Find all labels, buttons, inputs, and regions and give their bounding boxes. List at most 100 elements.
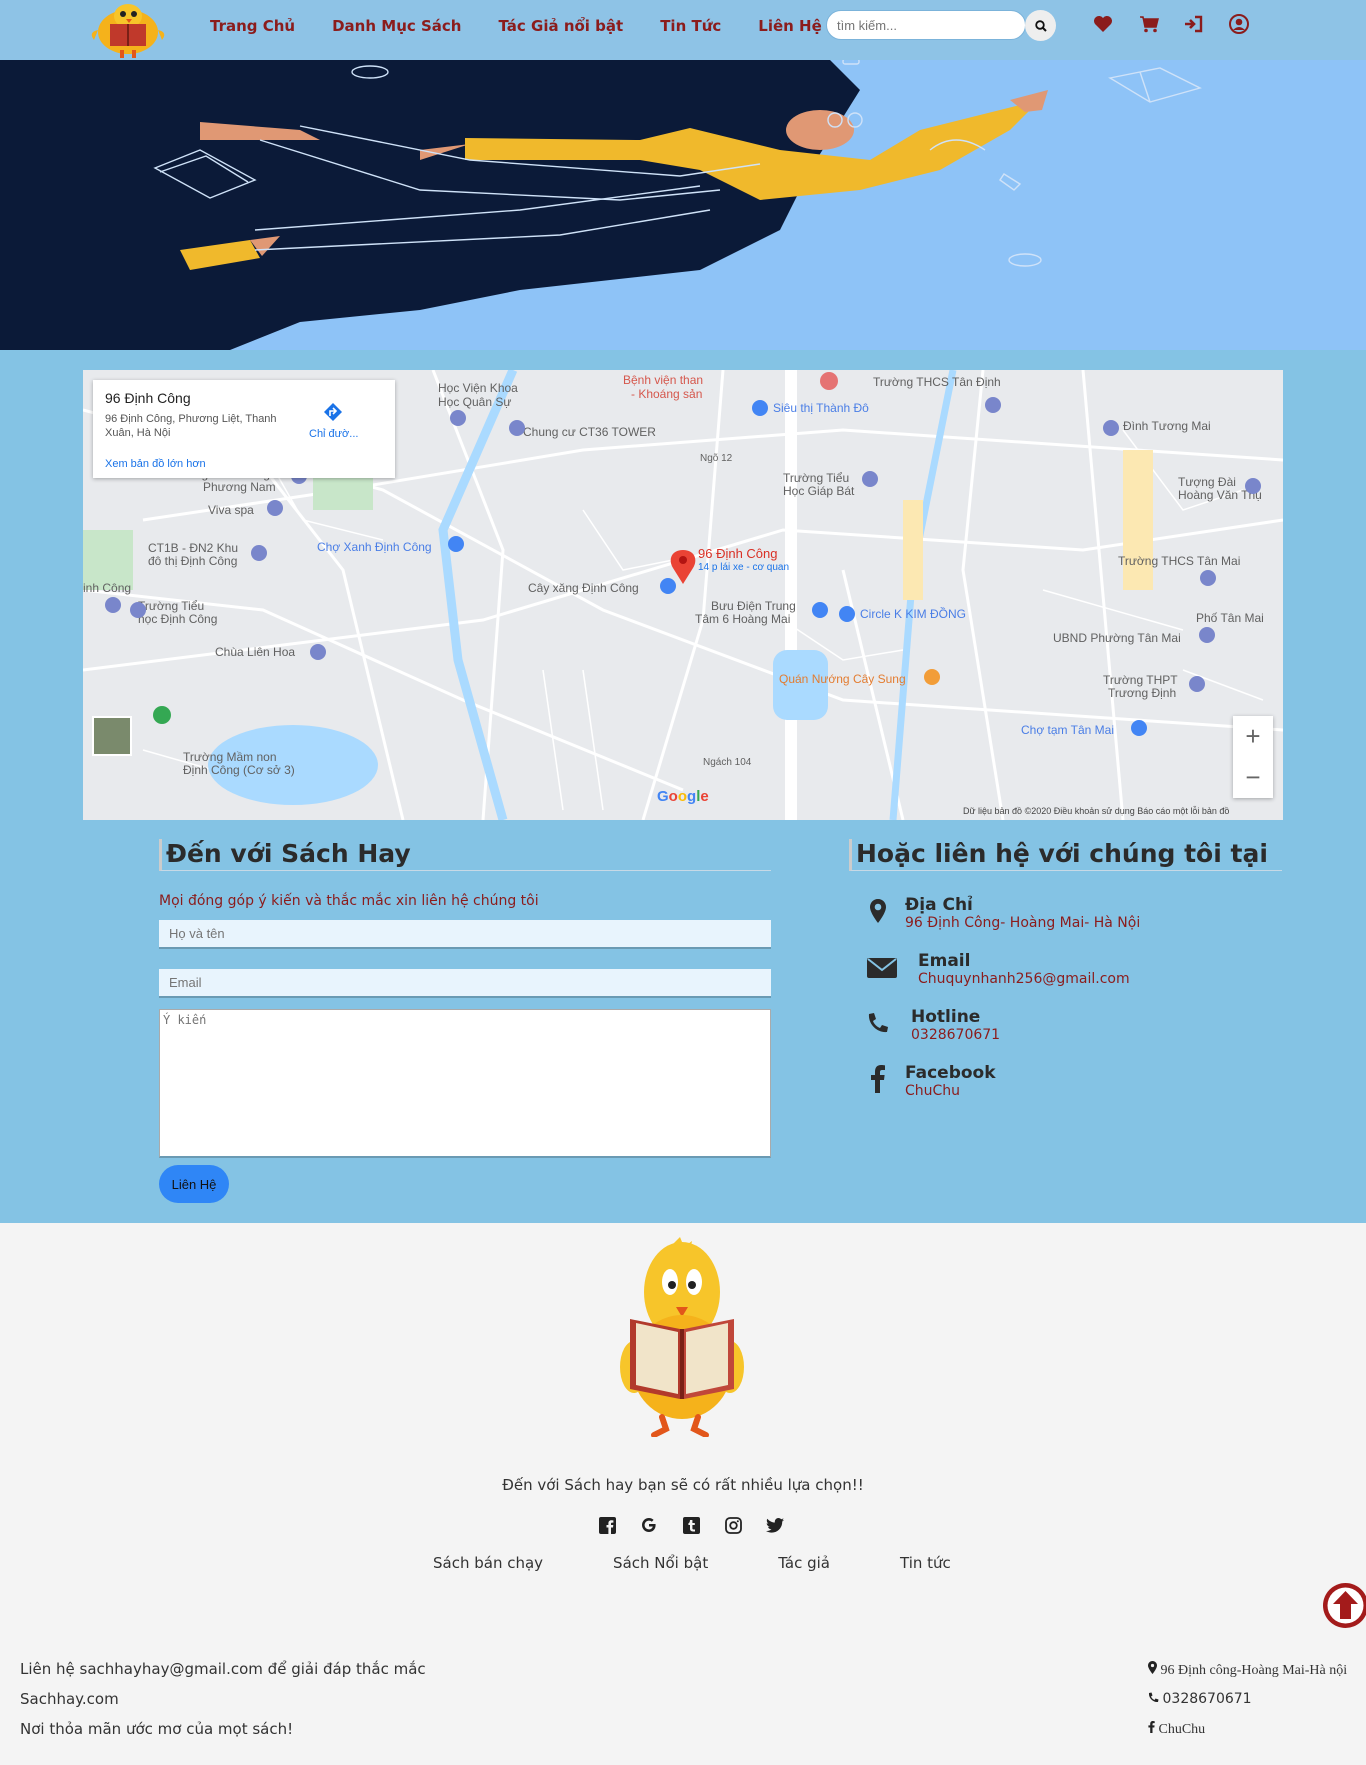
svg-text:UBND Phường Tân Mai: UBND Phường Tân Mai	[1053, 631, 1181, 645]
facebook-square-icon[interactable]	[586, 1513, 628, 1537]
svg-text:Circle K KIM ĐỒNG: Circle K KIM ĐỒNG	[860, 606, 966, 621]
contact-hotline-value[interactable]: 0328670671	[911, 1027, 1000, 1043]
nav-news[interactable]: Tin Tức	[660, 17, 721, 35]
contact-address-title: Địa Chỉ	[905, 895, 973, 915]
contact-hotline-title: Hotline	[911, 1007, 981, 1027]
zoom-in-button[interactable]: +	[1233, 716, 1273, 757]
footer-link-featured[interactable]: Sách Nổi bật	[613, 1554, 708, 1572]
facebook-icon	[1148, 1721, 1155, 1733]
message-field[interactable]	[159, 1009, 771, 1158]
svg-text:Ngõ 12: Ngõ 12	[700, 453, 733, 464]
svg-text:96 Định Công: 96 Định Công	[698, 546, 778, 561]
footer-facebook: ChuChu	[1148, 1721, 1205, 1738]
hero-illustration	[0, 60, 1202, 350]
svg-text:Ngách 104: Ngách 104	[703, 757, 752, 768]
form-intro: Mọi đóng góp ý kiến và thắc mắc xin liên…	[159, 893, 539, 909]
map-place-card: 96 Định Công 96 Định Công, Phương Liệt, …	[93, 380, 395, 478]
search-icon	[1034, 19, 1047, 32]
instagram-icon[interactable]	[712, 1513, 754, 1537]
cart-icon[interactable]	[1137, 12, 1161, 36]
twitter-icon[interactable]	[754, 1513, 796, 1537]
svg-text:Học Giáp Bát: Học Giáp Bát	[783, 484, 855, 498]
user-icon[interactable]	[1227, 12, 1251, 36]
svg-text:Tâm 6 Hoàng Mai: Tâm 6 Hoàng Mai	[695, 612, 790, 626]
form-heading: Đến với Sách Hay	[159, 839, 771, 871]
logo-icon[interactable]	[86, 2, 170, 58]
svg-text:- Khoáng sản: - Khoáng sản	[631, 387, 702, 401]
email-field[interactable]	[159, 969, 771, 998]
submit-button[interactable]: Liên Hệ	[159, 1165, 229, 1203]
svg-text:Trường THPT: Trường THPT	[1103, 673, 1178, 687]
map-attribution[interactable]: Dữ liệu bản đồ ©2020 Điều khoản sử dụng …	[963, 806, 1229, 816]
arrow-up-icon	[1327, 1587, 1364, 1624]
svg-text:Trường THCS Tân Định: Trường THCS Tân Định	[873, 375, 1001, 389]
svg-text:Viva spa: Viva spa	[208, 503, 254, 517]
footer-links: Sách bán chạy Sách Nổi bật Tác giả Tin t…	[433, 1554, 951, 1572]
svg-text:Bưu Điện Trung: Bưu Điện Trung	[711, 599, 796, 613]
mascot-logo	[620, 1237, 744, 1437]
tumblr-icon[interactable]	[670, 1513, 712, 1537]
contact-address-value: 96 Định Công- Hoàng Mai- Hà Nội	[905, 915, 1141, 931]
nav-categories[interactable]: Danh Mục Sách	[332, 17, 461, 35]
envelope-icon	[866, 954, 898, 982]
svg-text:Phố Tân Mai: Phố Tân Mai	[1196, 611, 1264, 625]
svg-text:Chợ Xanh Định Công: Chợ Xanh Định Công	[317, 540, 432, 554]
svg-text:Trường Tiểu: Trường Tiểu	[783, 471, 849, 485]
phone-icon	[864, 1009, 892, 1037]
footer-tagline: Đến với Sách hay bạn sẽ có rất nhiều lựa…	[502, 1476, 864, 1494]
nav-authors[interactable]: Tác Giả nổi bật	[498, 17, 623, 35]
footer-link-bestsellers[interactable]: Sách bán chạy	[433, 1554, 543, 1572]
main-nav: Trang Chủ Danh Mục Sách Tác Giả nổi bật …	[210, 0, 859, 52]
scroll-to-top-button[interactable]	[1323, 1583, 1366, 1628]
phone-icon	[1148, 1692, 1159, 1703]
svg-text:đô thị Định Công: đô thị Định Công	[148, 554, 237, 568]
sign-in-icon[interactable]	[1181, 12, 1205, 36]
footer-contact-line: Liên hệ sachhayhay@gmail.com để giải đáp…	[20, 1660, 426, 1678]
svg-text:Chung cư CT36 TOWER: Chung cư CT36 TOWER	[523, 425, 656, 439]
svg-text:inh Công: inh Công	[83, 581, 131, 595]
map-zoom-controls: + −	[1233, 716, 1273, 798]
footer-link-news[interactable]: Tin tức	[900, 1554, 951, 1572]
svg-text:học Định Công: học Định Công	[138, 612, 217, 626]
svg-text:Cây xăng Định Công: Cây xăng Định Công	[528, 581, 639, 595]
map-place-title: 96 Định Công	[105, 390, 191, 406]
svg-text:CT1B - ĐN2 Khu: CT1B - ĐN2 Khu	[148, 541, 238, 555]
svg-text:Định Công (Cơ sở 3): Định Công (Cơ sở 3)	[183, 763, 295, 777]
footer-link-authors[interactable]: Tác giả	[778, 1554, 830, 1572]
contact-email-title: Email	[918, 951, 971, 971]
map-marker-icon	[1148, 1661, 1157, 1674]
svg-text:Trường Tiểu: Trường Tiểu	[138, 599, 204, 613]
map-directions-link[interactable]: Chỉ đườ...	[309, 428, 358, 440]
svg-text:Tượng Đài: Tượng Đài	[1178, 475, 1236, 489]
footer-phone: 0328670671	[1148, 1691, 1252, 1708]
footer-facebook-text: ChuChu	[1158, 1722, 1206, 1737]
svg-text:Phương Nam: Phương Nam	[203, 480, 276, 494]
svg-text:Trường Mầm non: Trường Mầm non	[183, 750, 277, 764]
facebook-icon	[864, 1065, 892, 1093]
svg-text:Học Quân Sự: Học Quân Sự	[438, 395, 511, 409]
svg-text:Trường THCS Tân Mai: Trường THCS Tân Mai	[1118, 554, 1240, 568]
contact-facebook-title: Facebook	[905, 1063, 996, 1083]
contact-heading: Hoặc liên hệ với chúng tôi tại	[849, 839, 1282, 871]
search-button[interactable]	[1025, 10, 1056, 41]
nav-contact[interactable]: Liên Hệ	[758, 17, 822, 35]
map-larger-link[interactable]: Xem bản đồ lớn hơn	[105, 458, 206, 470]
search-input[interactable]	[826, 10, 1026, 40]
contact-section: Học Viện Khoa Học Quân Sự Bệnh viện than -…	[0, 350, 1366, 1223]
google-logo: Google	[657, 788, 709, 805]
name-field[interactable]	[159, 920, 771, 949]
svg-text:Đình Tương Mai: Đình Tương Mai	[1123, 419, 1211, 433]
svg-text:Bệnh viện than: Bệnh viện than	[623, 373, 703, 387]
map-place-address: 96 Định Công, Phương Liệt, Thanh Xuân, H…	[105, 413, 277, 439]
contact-email-value[interactable]: Chuquynhanh256@gmail.com	[918, 971, 1130, 987]
footer-address-text: 96 Định công-Hoàng Mai-Hà nội	[1160, 1663, 1348, 1678]
contact-facebook-value[interactable]: ChuChu	[905, 1083, 960, 1099]
heart-icon[interactable]	[1091, 12, 1115, 36]
svg-text:14 p lái xe - cơ quan: 14 p lái xe - cơ quan	[698, 562, 789, 573]
google-icon[interactable]	[628, 1513, 670, 1537]
footer-address: 96 Định công-Hoàng Mai-Hà nội	[1148, 1661, 1347, 1679]
google-map[interactable]: Học Viện Khoa Học Quân Sự Bệnh viện than -…	[83, 370, 1283, 820]
directions-icon[interactable]	[323, 402, 343, 422]
zoom-out-button[interactable]: −	[1233, 757, 1273, 798]
nav-home[interactable]: Trang Chủ	[210, 17, 295, 35]
